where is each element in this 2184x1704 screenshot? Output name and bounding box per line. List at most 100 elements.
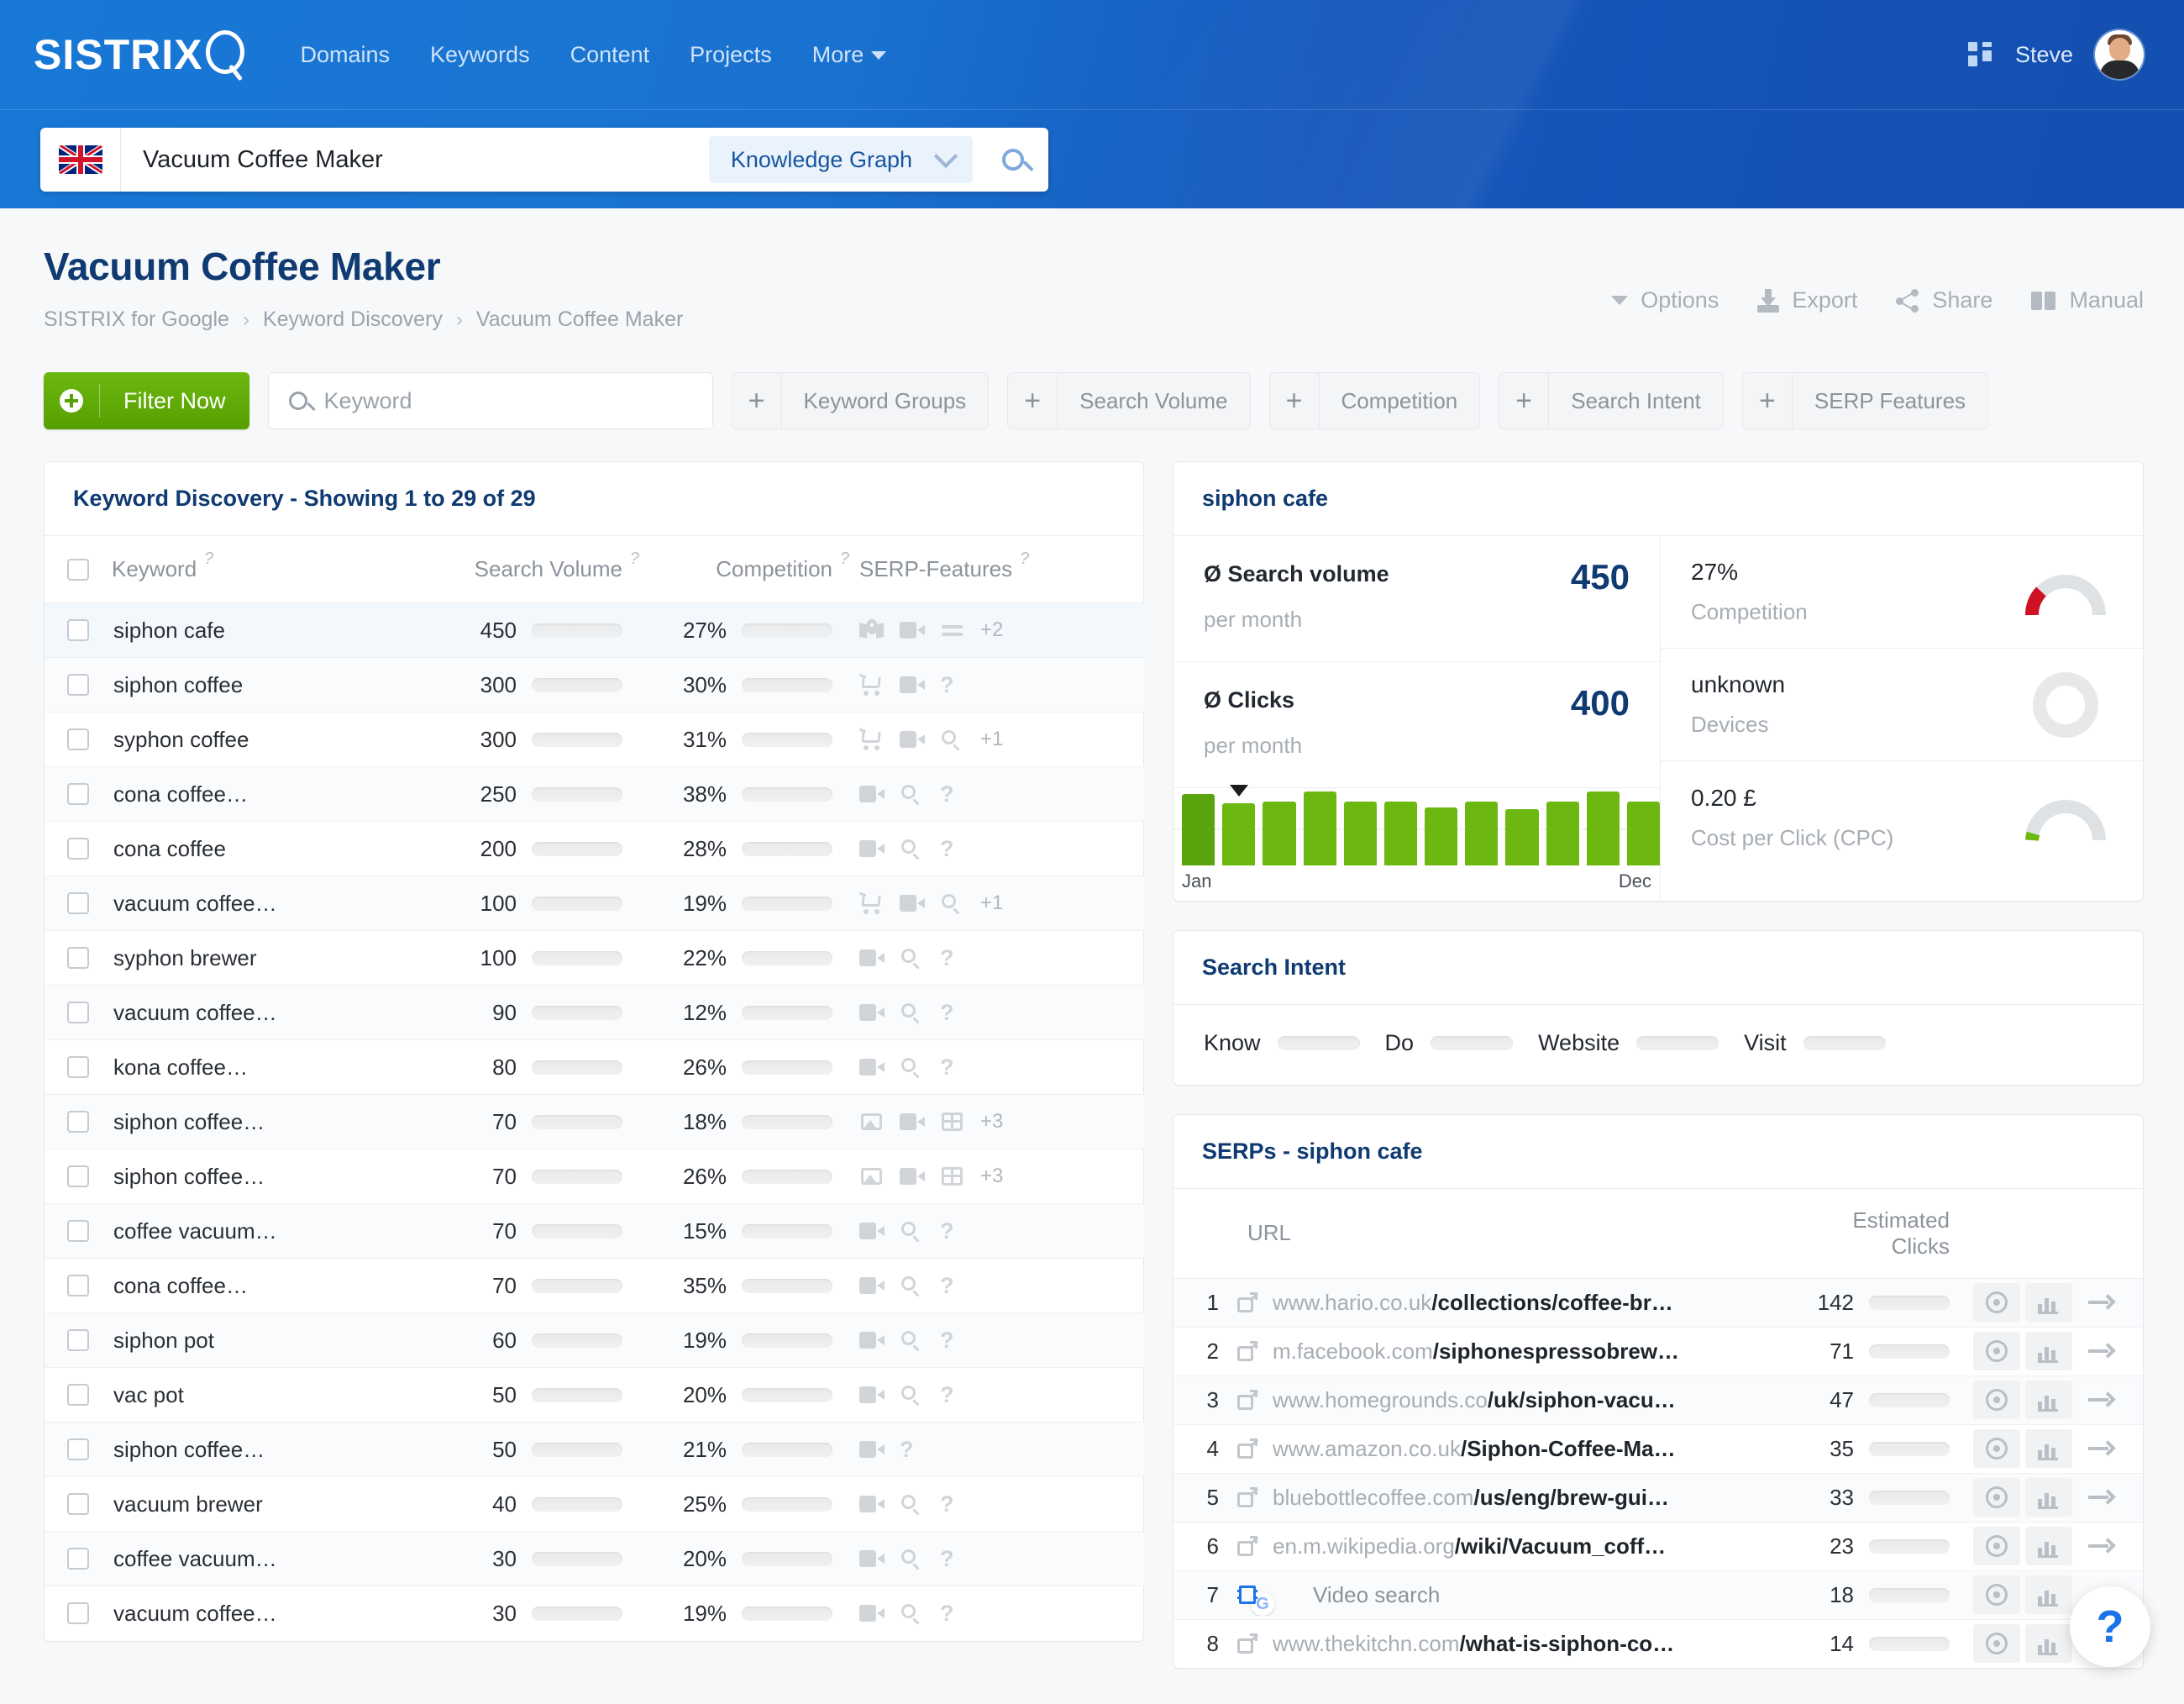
table-row[interactable]: 2m.facebook.com/siphonespressobrew…71 (1173, 1327, 2143, 1375)
magnifier-icon[interactable] (900, 1493, 925, 1515)
row-checkbox[interactable] (67, 783, 89, 805)
serp-url-text[interactable]: www.homegrounds.co/uk/siphon-vacu… (1273, 1387, 1676, 1413)
nav-item-projects[interactable]: Projects (686, 37, 775, 73)
chart-bar[interactable] (1627, 802, 1660, 865)
keyword-link[interactable]: syphon brewer (112, 945, 389, 971)
row-checkbox[interactable] (67, 1602, 89, 1624)
table-row[interactable]: vacuum coffee…10019%+1 (45, 876, 1145, 931)
row-checkbox[interactable] (67, 1548, 89, 1570)
table-row[interactable]: siphon pot6019%? (45, 1313, 1145, 1368)
filter-chip-search-intent[interactable]: + Search Intent (1499, 372, 1724, 429)
search-input[interactable] (121, 146, 709, 174)
keyword-link[interactable]: siphon pot (112, 1328, 389, 1354)
filter-chip-search-volume[interactable]: + Search Volume (1007, 372, 1250, 429)
table-row[interactable]: vacuum brewer4025%? (45, 1477, 1145, 1532)
keyword-link[interactable]: vacuum coffee… (112, 891, 389, 917)
history-chart-button[interactable] (2025, 1283, 2072, 1322)
nav-item-more[interactable]: More (809, 37, 890, 73)
table-row[interactable]: 8www.thekitchn.com/what-is-siphon-co…14 (1173, 1619, 2143, 1668)
row-checkbox[interactable] (67, 728, 89, 750)
sistrix-logo[interactable]: SISTRIX (34, 30, 255, 79)
serp-url-text[interactable]: www.hario.co.uk/collections/coffee-br… (1273, 1290, 1673, 1316)
search-mode-select[interactable]: Knowledge Graph (709, 136, 973, 183)
serp-url-text[interactable]: Video search (1289, 1582, 1440, 1608)
chart-bar[interactable] (1222, 803, 1255, 865)
manual-button[interactable]: Manual (2031, 287, 2144, 313)
video-icon[interactable] (900, 892, 925, 914)
magnifier-icon[interactable] (900, 1548, 925, 1570)
question-mark-icon[interactable]: ? (940, 1056, 965, 1078)
video-icon[interactable] (900, 1165, 925, 1187)
table-row[interactable]: 7GVideo search18 (1173, 1570, 2143, 1619)
keyword-link[interactable]: siphon coffee (112, 672, 389, 698)
row-checkbox[interactable] (67, 838, 89, 860)
open-button[interactable] (2077, 1283, 2124, 1322)
nav-item-domains[interactable]: Domains (297, 37, 393, 73)
chart-bar[interactable] (1587, 792, 1620, 865)
video-icon[interactable] (859, 1384, 885, 1406)
keyword-link[interactable]: siphon coffee… (112, 1109, 389, 1135)
question-mark-icon[interactable]: ? (940, 1384, 965, 1406)
magnifier-icon[interactable] (940, 728, 965, 750)
table-row[interactable]: syphon brewer10022%? (45, 931, 1145, 986)
preview-button[interactable] (1973, 1283, 2020, 1322)
table-row[interactable]: siphon coffee30030%? (45, 658, 1145, 713)
select-all-checkbox[interactable] (67, 559, 89, 581)
open-button[interactable] (2077, 1478, 2124, 1517)
share-button[interactable]: Share (1896, 287, 1992, 313)
video-icon[interactable] (859, 1548, 885, 1570)
question-mark-icon[interactable]: ? (940, 1220, 965, 1242)
column-keyword[interactable]: Keyword? (112, 536, 389, 603)
table-row[interactable]: cona coffee20028%? (45, 822, 1145, 876)
question-mark-icon[interactable]: ? (940, 1002, 965, 1023)
magnifier-icon[interactable] (900, 1275, 925, 1296)
table-row[interactable]: coffee vacuum…7015%? (45, 1204, 1145, 1259)
history-chart-button[interactable] (2025, 1527, 2072, 1565)
history-chart-button[interactable] (2025, 1332, 2072, 1370)
search-submit-button[interactable] (978, 128, 1048, 192)
options-button[interactable]: Options (1611, 287, 1719, 313)
magnifier-icon[interactable] (900, 1384, 925, 1406)
history-chart-button[interactable] (2025, 1575, 2072, 1614)
filter-now-button[interactable]: Filter Now (44, 372, 249, 429)
magnifier-icon[interactable] (900, 947, 925, 969)
filter-chip-keyword-groups[interactable]: + Keyword Groups (732, 372, 990, 429)
nav-item-content[interactable]: Content (567, 37, 654, 73)
breadcrumb-item-2[interactable]: Keyword Discovery (263, 308, 443, 332)
preview-button[interactable] (1973, 1381, 2020, 1419)
preview-button[interactable] (1973, 1527, 2020, 1565)
table-row[interactable]: siphon coffee…5021%? (45, 1423, 1145, 1477)
column-search-volume[interactable]: Search Volume? (389, 536, 641, 603)
question-mark-icon[interactable]: ? (940, 838, 965, 860)
table-row[interactable]: 3www.homegrounds.co/uk/siphon-vacu…47 (1173, 1375, 2143, 1424)
more-features-count[interactable]: +3 (980, 1165, 1003, 1188)
chart-bar[interactable] (1344, 802, 1377, 865)
nav-item-keywords[interactable]: Keywords (427, 37, 533, 73)
question-mark-icon[interactable]: ? (940, 1493, 965, 1515)
column-serp-features[interactable]: SERP-Features? (851, 536, 1145, 603)
keyword-link[interactable]: vacuum coffee… (112, 1601, 389, 1627)
keyword-link[interactable]: coffee vacuum… (112, 1218, 389, 1244)
preview-button[interactable] (1973, 1575, 2020, 1614)
video-icon[interactable] (900, 619, 925, 641)
preview-button[interactable] (1973, 1624, 2020, 1663)
keyword-link[interactable]: cona coffee… (112, 781, 389, 807)
more-features-count[interactable]: +1 (980, 891, 1003, 915)
table-row[interactable]: 6en.m.wikipedia.org/wiki/Vacuum_coff…23 (1173, 1522, 2143, 1570)
video-icon[interactable] (859, 838, 885, 860)
help-icon[interactable]: ? (204, 550, 213, 569)
magnifier-icon[interactable] (900, 1220, 925, 1242)
keyword-search-input[interactable] (324, 373, 712, 429)
table-row[interactable]: vacuum coffee…9012%? (45, 986, 1145, 1040)
table-row[interactable]: cona coffee…7035%? (45, 1259, 1145, 1313)
chart-bar[interactable] (1546, 802, 1579, 865)
row-checkbox[interactable] (67, 1220, 89, 1242)
keyword-link[interactable]: siphon coffee… (112, 1164, 389, 1190)
help-icon[interactable]: ? (630, 550, 639, 569)
apps-grid-icon[interactable] (1968, 42, 1993, 67)
username-label[interactable]: Steve (2015, 42, 2073, 68)
filter-chip-serp-features[interactable]: + SERP Features (1742, 372, 1988, 429)
serp-url-text[interactable]: www.thekitchn.com/what-is-siphon-co… (1273, 1631, 1674, 1657)
serp-url-text[interactable]: en.m.wikipedia.org/wiki/Vacuum_coff… (1273, 1533, 1666, 1559)
table-row[interactable]: 5bluebottlecoffee.com/us/eng/brew-gui…33 (1173, 1473, 2143, 1522)
